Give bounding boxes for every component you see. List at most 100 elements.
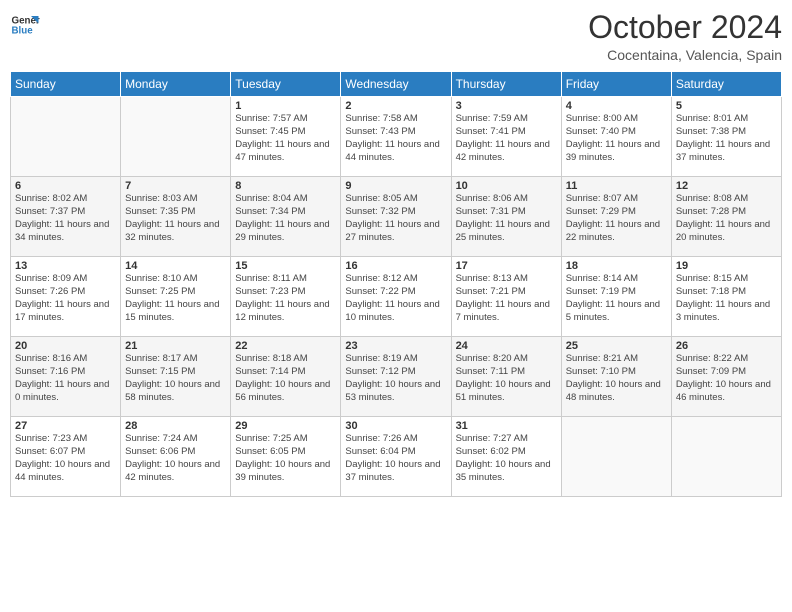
day-number: 25	[566, 340, 667, 352]
calendar-cell: 18Sunrise: 8:14 AMSunset: 7:19 PMDayligh…	[561, 257, 671, 337]
calendar-cell: 19Sunrise: 8:15 AMSunset: 7:18 PMDayligh…	[671, 257, 781, 337]
day-info: Sunrise: 8:12 AMSunset: 7:22 PMDaylight:…	[345, 273, 446, 324]
day-number: 15	[235, 260, 336, 272]
calendar-cell: 27Sunrise: 7:23 AMSunset: 6:07 PMDayligh…	[11, 417, 121, 497]
header: General Blue October 2024 Cocentaina, Va…	[10, 10, 782, 63]
col-header-friday: Friday	[561, 72, 671, 97]
calendar-cell	[121, 97, 231, 177]
calendar-cell: 25Sunrise: 8:21 AMSunset: 7:10 PMDayligh…	[561, 337, 671, 417]
calendar-cell: 5Sunrise: 8:01 AMSunset: 7:38 PMDaylight…	[671, 97, 781, 177]
calendar-cell: 26Sunrise: 8:22 AMSunset: 7:09 PMDayligh…	[671, 337, 781, 417]
day-info: Sunrise: 8:00 AMSunset: 7:40 PMDaylight:…	[566, 113, 667, 164]
logo-icon: General Blue	[10, 10, 40, 40]
day-number: 9	[345, 180, 446, 192]
day-info: Sunrise: 8:17 AMSunset: 7:15 PMDaylight:…	[125, 353, 226, 404]
day-number: 24	[456, 340, 557, 352]
day-number: 30	[345, 420, 446, 432]
day-info: Sunrise: 8:10 AMSunset: 7:25 PMDaylight:…	[125, 273, 226, 324]
day-info: Sunrise: 7:24 AMSunset: 6:06 PMDaylight:…	[125, 433, 226, 484]
day-info: Sunrise: 7:25 AMSunset: 6:05 PMDaylight:…	[235, 433, 336, 484]
calendar-cell: 22Sunrise: 8:18 AMSunset: 7:14 PMDayligh…	[231, 337, 341, 417]
calendar-cell: 10Sunrise: 8:06 AMSunset: 7:31 PMDayligh…	[451, 177, 561, 257]
col-header-saturday: Saturday	[671, 72, 781, 97]
calendar-cell: 16Sunrise: 8:12 AMSunset: 7:22 PMDayligh…	[341, 257, 451, 337]
calendar-week-1: 1Sunrise: 7:57 AMSunset: 7:45 PMDaylight…	[11, 97, 782, 177]
day-number: 13	[15, 260, 116, 272]
svg-text:Blue: Blue	[12, 25, 34, 36]
day-info: Sunrise: 8:18 AMSunset: 7:14 PMDaylight:…	[235, 353, 336, 404]
calendar-week-4: 20Sunrise: 8:16 AMSunset: 7:16 PMDayligh…	[11, 337, 782, 417]
day-info: Sunrise: 8:22 AMSunset: 7:09 PMDaylight:…	[676, 353, 777, 404]
calendar-cell: 15Sunrise: 8:11 AMSunset: 7:23 PMDayligh…	[231, 257, 341, 337]
day-info: Sunrise: 8:08 AMSunset: 7:28 PMDaylight:…	[676, 193, 777, 244]
calendar-cell: 2Sunrise: 7:58 AMSunset: 7:43 PMDaylight…	[341, 97, 451, 177]
calendar-cell: 13Sunrise: 8:09 AMSunset: 7:26 PMDayligh…	[11, 257, 121, 337]
day-number: 18	[566, 260, 667, 272]
calendar-cell: 6Sunrise: 8:02 AMSunset: 7:37 PMDaylight…	[11, 177, 121, 257]
day-info: Sunrise: 8:05 AMSunset: 7:32 PMDaylight:…	[345, 193, 446, 244]
day-number: 26	[676, 340, 777, 352]
day-info: Sunrise: 8:20 AMSunset: 7:11 PMDaylight:…	[456, 353, 557, 404]
calendar-cell: 21Sunrise: 8:17 AMSunset: 7:15 PMDayligh…	[121, 337, 231, 417]
title-block: October 2024 Cocentaina, Valencia, Spain	[588, 10, 782, 63]
calendar-cell: 30Sunrise: 7:26 AMSunset: 6:04 PMDayligh…	[341, 417, 451, 497]
calendar-cell: 23Sunrise: 8:19 AMSunset: 7:12 PMDayligh…	[341, 337, 451, 417]
day-number: 16	[345, 260, 446, 272]
day-number: 12	[676, 180, 777, 192]
calendar-cell: 1Sunrise: 7:57 AMSunset: 7:45 PMDaylight…	[231, 97, 341, 177]
day-number: 3	[456, 100, 557, 112]
day-info: Sunrise: 7:23 AMSunset: 6:07 PMDaylight:…	[15, 433, 116, 484]
calendar-cell: 14Sunrise: 8:10 AMSunset: 7:25 PMDayligh…	[121, 257, 231, 337]
calendar-cell	[671, 417, 781, 497]
day-info: Sunrise: 8:07 AMSunset: 7:29 PMDaylight:…	[566, 193, 667, 244]
calendar-cell	[11, 97, 121, 177]
day-info: Sunrise: 8:11 AMSunset: 7:23 PMDaylight:…	[235, 273, 336, 324]
day-info: Sunrise: 7:59 AMSunset: 7:41 PMDaylight:…	[456, 113, 557, 164]
calendar-cell: 12Sunrise: 8:08 AMSunset: 7:28 PMDayligh…	[671, 177, 781, 257]
day-number: 6	[15, 180, 116, 192]
day-number: 23	[345, 340, 446, 352]
day-number: 31	[456, 420, 557, 432]
day-number: 1	[235, 100, 336, 112]
col-header-sunday: Sunday	[11, 72, 121, 97]
day-number: 21	[125, 340, 226, 352]
calendar-cell: 8Sunrise: 8:04 AMSunset: 7:34 PMDaylight…	[231, 177, 341, 257]
day-number: 2	[345, 100, 446, 112]
day-number: 10	[456, 180, 557, 192]
col-header-tuesday: Tuesday	[231, 72, 341, 97]
calendar-table: SundayMondayTuesdayWednesdayThursdayFrid…	[10, 71, 782, 497]
calendar-cell: 4Sunrise: 8:00 AMSunset: 7:40 PMDaylight…	[561, 97, 671, 177]
day-number: 5	[676, 100, 777, 112]
calendar-cell: 24Sunrise: 8:20 AMSunset: 7:11 PMDayligh…	[451, 337, 561, 417]
day-number: 14	[125, 260, 226, 272]
col-header-wednesday: Wednesday	[341, 72, 451, 97]
calendar-cell: 7Sunrise: 8:03 AMSunset: 7:35 PMDaylight…	[121, 177, 231, 257]
day-info: Sunrise: 7:26 AMSunset: 6:04 PMDaylight:…	[345, 433, 446, 484]
calendar-cell: 20Sunrise: 8:16 AMSunset: 7:16 PMDayligh…	[11, 337, 121, 417]
day-number: 28	[125, 420, 226, 432]
day-info: Sunrise: 8:09 AMSunset: 7:26 PMDaylight:…	[15, 273, 116, 324]
page: General Blue October 2024 Cocentaina, Va…	[0, 0, 792, 612]
day-number: 8	[235, 180, 336, 192]
location-title: Cocentaina, Valencia, Spain	[588, 47, 782, 63]
day-number: 17	[456, 260, 557, 272]
calendar-week-3: 13Sunrise: 8:09 AMSunset: 7:26 PMDayligh…	[11, 257, 782, 337]
day-number: 7	[125, 180, 226, 192]
day-info: Sunrise: 7:27 AMSunset: 6:02 PMDaylight:…	[456, 433, 557, 484]
day-info: Sunrise: 7:58 AMSunset: 7:43 PMDaylight:…	[345, 113, 446, 164]
day-number: 22	[235, 340, 336, 352]
header-row: SundayMondayTuesdayWednesdayThursdayFrid…	[11, 72, 782, 97]
day-number: 20	[15, 340, 116, 352]
day-info: Sunrise: 8:13 AMSunset: 7:21 PMDaylight:…	[456, 273, 557, 324]
day-info: Sunrise: 8:06 AMSunset: 7:31 PMDaylight:…	[456, 193, 557, 244]
calendar-cell: 11Sunrise: 8:07 AMSunset: 7:29 PMDayligh…	[561, 177, 671, 257]
day-info: Sunrise: 8:14 AMSunset: 7:19 PMDaylight:…	[566, 273, 667, 324]
day-info: Sunrise: 8:01 AMSunset: 7:38 PMDaylight:…	[676, 113, 777, 164]
calendar-cell	[561, 417, 671, 497]
calendar-cell: 29Sunrise: 7:25 AMSunset: 6:05 PMDayligh…	[231, 417, 341, 497]
day-number: 11	[566, 180, 667, 192]
calendar-cell: 3Sunrise: 7:59 AMSunset: 7:41 PMDaylight…	[451, 97, 561, 177]
calendar-cell: 9Sunrise: 8:05 AMSunset: 7:32 PMDaylight…	[341, 177, 451, 257]
calendar-cell: 31Sunrise: 7:27 AMSunset: 6:02 PMDayligh…	[451, 417, 561, 497]
col-header-thursday: Thursday	[451, 72, 561, 97]
